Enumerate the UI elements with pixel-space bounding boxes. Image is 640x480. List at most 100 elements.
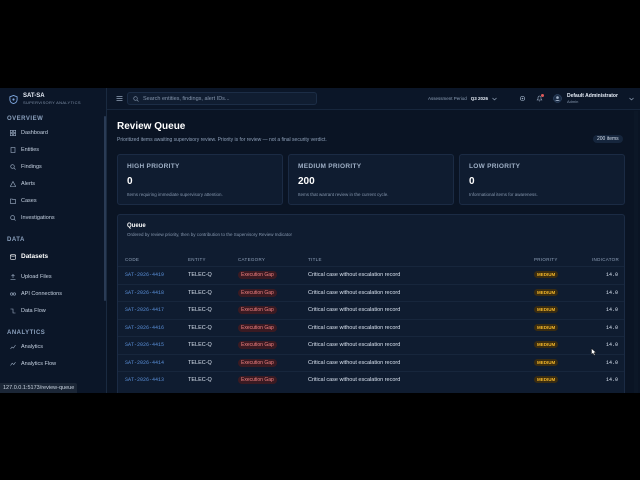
column-header-priority[interactable]: PRIORITY [534,257,558,262]
menu-icon[interactable] [116,95,123,102]
sidebar-item-alerts[interactable]: Alerts [10,181,35,187]
card-description: Items that warrant review in the current… [298,192,389,197]
code-cell[interactable]: SAT-2026-4416 [125,325,164,331]
chevron-down-icon [492,97,497,100]
mouse-cursor-icon [591,348,597,356]
search-input[interactable] [143,95,303,102]
entity-cell: TELEC-Q [188,342,212,348]
building-icon [10,147,16,153]
sidebar-item-findings[interactable]: Findings [10,164,42,170]
table-row[interactable]: SAT-2026-4413 TELEC-Q Execution Gap Critica… [118,371,624,388]
title-cell: Critical case without escalation record [308,307,401,313]
code-cell[interactable]: SAT-2026-4415 [125,342,164,348]
card-description: Items requiring immediate supervisory at… [127,192,223,197]
card-value: 200 [298,176,315,187]
card-label: LOW PRIORITY [469,163,521,170]
queue-title: Queue [127,223,146,229]
queue-panel: Queue Ordered by review priority, then b… [117,214,625,393]
sidebar-item-label: Cases [21,198,37,204]
search-icon [133,95,139,102]
sidebar-item-label: API Connections [21,291,62,297]
sidebar-item-investigations[interactable]: Investigations [10,215,55,221]
indicator-cell: 14.0 [606,272,619,278]
low-priority-card: LOW PRIORITY 0 Informational items for a… [459,154,625,205]
sidebar-item-cases[interactable]: Cases [10,198,37,204]
period-value: Q3 2026 [470,96,489,101]
app-window: SAT-SA SUPERVISORY ANALYTICS OVERVIEW Da… [0,88,640,393]
table-row[interactable]: SAT-2026-4415 TELEC-Q Execution Gap Critica… [118,336,624,353]
column-header-title[interactable]: TITLE [308,257,322,262]
sidebar-item-label: Findings [21,164,42,170]
title-cell: Critical case without escalation record [308,324,401,331]
user-menu[interactable]: Default Administrator Admin [553,93,634,104]
title-cell: Critical case without escalation record [308,377,401,383]
flow-chart-icon [10,362,16,366]
code-cell[interactable]: SAT-2026-4418 [125,290,164,296]
code-cell[interactable]: SAT-2026-4419 [125,272,164,278]
sidebar-scrollbar[interactable] [104,116,106,301]
column-header-code[interactable]: CODE [125,257,139,262]
indicator-cell: 14.0 [606,289,619,296]
table-row[interactable]: SAT-2026-4414 TELEC-Q Execution Gap Critica… [118,353,624,371]
column-header-entity[interactable]: ENTITY [188,257,206,262]
table-row[interactable]: SAT-2026-4418 TELEC-Q Execution Gap Critica… [118,283,624,301]
sidebar-item-label: Analytics [21,344,44,350]
card-value: 0 [469,176,475,187]
table-row[interactable]: SAT-2026-4416 TELEC-Q Execution Gap Critica… [118,318,624,336]
code-cell[interactable]: SAT-2026-4414 [125,360,164,366]
priority-badge: MEDIUM [534,376,559,383]
sidebar-item-label: Data Flow [21,308,46,314]
entity-cell: TELEC-Q [188,324,212,331]
sidebar-item-data-flow[interactable]: Data Flow [10,308,46,314]
indicator-cell: 14.0 [606,377,619,383]
brand-subtitle: SUPERVISORY ANALYTICS [23,100,81,105]
medium-priority-card: MEDIUM PRIORITY 200 Items that warrant r… [288,154,454,205]
priority-badge: MEDIUM [534,341,559,348]
gear-icon[interactable] [519,95,526,102]
link-icon [10,292,16,296]
main-scrollbar[interactable] [634,111,638,393]
brand-name: SAT-SA [23,93,45,99]
table-row[interactable]: SAT-2026-4419 TELEC-Q Execution Gap Critica… [118,266,624,283]
search-box[interactable] [127,92,317,105]
flow-icon [10,308,16,314]
assessment-period[interactable]: Assessment Period Q3 2026 [428,96,497,101]
code-cell[interactable]: SAT-2026-4417 [125,307,164,313]
entity-cell: TELEC-Q [188,289,212,296]
brand[interactable]: SAT-SA SUPERVISORY ANALYTICS [9,93,81,105]
title-cell: Critical case without escalation record [308,342,401,348]
sidebar-item-datasets[interactable]: Datasets [10,253,48,260]
sidebar-item-entities[interactable]: Entities [10,147,39,153]
nav-heading-overview: OVERVIEW [7,116,44,122]
page-subtitle: Prioritized items awaiting supervisory r… [117,137,327,143]
column-header-category[interactable]: CATEGORY [238,257,265,262]
sidebar-item-analytics[interactable]: Analytics [10,344,43,350]
sidebar-item-api-connections[interactable]: API Connections [10,291,62,297]
indicator-cell: 14.0 [606,307,619,313]
folder-icon [10,198,16,204]
code-cell[interactable]: SAT-2026-4413 [125,377,164,383]
category-badge: Execution Gap [238,323,277,332]
priority-badge: MEDIUM [534,306,559,313]
chart-icon [10,344,16,350]
entity-cell: TELEC-Q [188,307,212,313]
title-cell: Critical case without escalation record [308,359,401,366]
sidebar-item-label: Upload Files [21,274,52,280]
title-cell: Critical case without escalation record [308,289,401,296]
entity-cell: TELEC-Q [188,359,212,366]
sidebar-item-upload-files[interactable]: Upload Files [10,274,52,280]
sidebar-item-dashboard[interactable]: Dashboard [10,130,48,136]
table-row[interactable]: SAT-2026-4417 TELEC-Q Execution Gap Critica… [118,301,624,318]
search-doc-icon [10,164,16,170]
sidebar: SAT-SA SUPERVISORY ANALYTICS OVERVIEW Da… [0,88,107,393]
column-header-indicator[interactable]: INDICATOR [592,257,619,262]
sidebar-item-analytics-flow[interactable]: Analytics Flow [10,361,56,367]
category-badge: Execution Gap [238,306,277,314]
main-content: Review Queue Prioritized items awaiting … [107,111,640,393]
category-badge: Execution Gap [238,271,277,279]
user-role: Admin [567,99,579,104]
period-label: Assessment Period [428,96,467,101]
queue-subtitle: Ordered by review priority, then by cont… [127,232,292,237]
priority-badge: MEDIUM [534,323,559,331]
category-badge: Execution Gap [238,358,277,367]
